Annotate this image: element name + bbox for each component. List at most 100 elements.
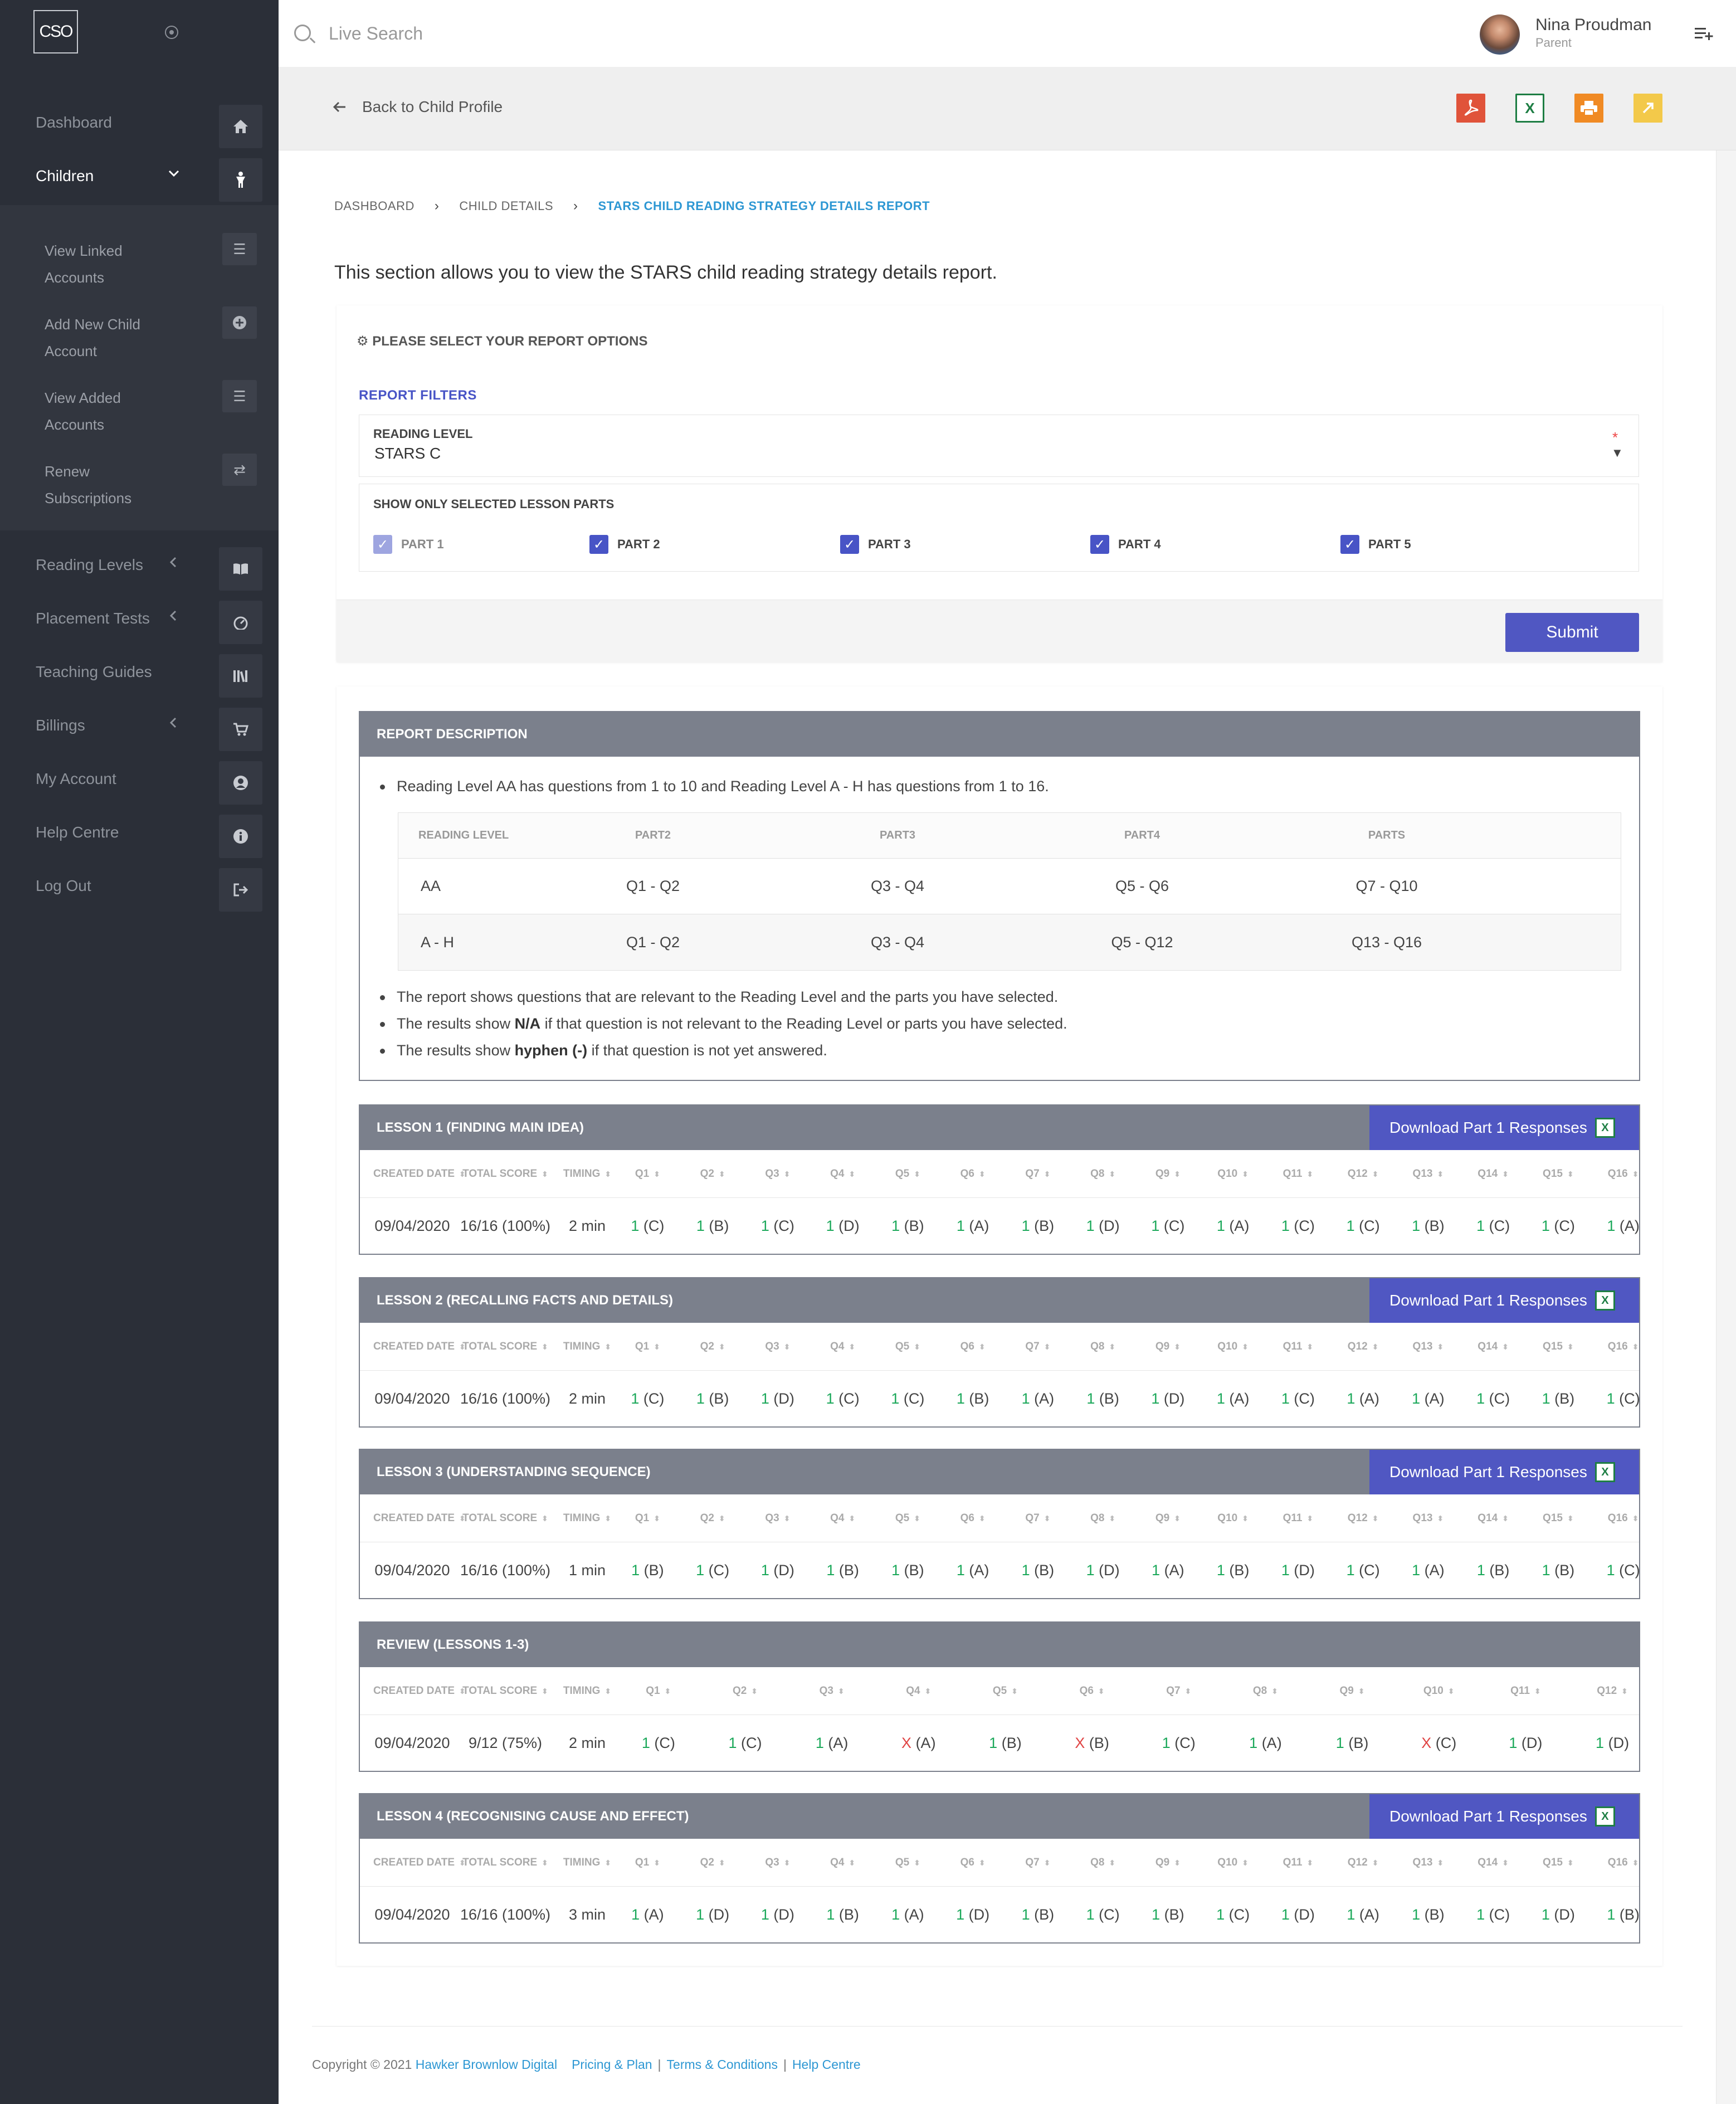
table-header[interactable]: Q6 ⬍ — [940, 1341, 1006, 1353]
table-header[interactable]: TOTAL SCORE ⬍ — [451, 1341, 559, 1353]
table-header[interactable]: Q9 ⬍ — [1135, 1341, 1201, 1353]
table-header[interactable]: Q13 ⬍ — [1396, 1512, 1461, 1525]
download-responses-button[interactable]: Download Part 1 Responses X — [1369, 1794, 1639, 1839]
sidebar-toggle-icon[interactable] — [165, 26, 178, 39]
table-header[interactable]: Q8 ⬍ — [1070, 1168, 1135, 1180]
pdf-icon[interactable] — [1456, 94, 1485, 123]
table-header[interactable]: Q7 ⬍ — [1006, 1857, 1071, 1869]
part-5-checkbox[interactable]: ✓ PART 5 — [1340, 535, 1411, 554]
table-header[interactable]: TIMING ⬍ — [559, 1341, 615, 1353]
table-header[interactable]: CREATED DATE ⬍ — [373, 1168, 466, 1180]
caret-down-icon[interactable]: ▼ — [1611, 446, 1623, 460]
share-icon[interactable] — [1633, 94, 1662, 123]
sidebar-sub-item-view-linked[interactable]: View Linked Accounts ☰ — [0, 230, 279, 303]
table-header[interactable]: Q16 ⬍ — [1591, 1512, 1656, 1525]
table-header[interactable]: Q3 ⬍ — [745, 1857, 811, 1869]
search-icon[interactable] — [294, 25, 311, 41]
table-header[interactable]: Q12 ⬍ — [1330, 1168, 1396, 1180]
print-icon[interactable] — [1574, 94, 1603, 123]
table-header[interactable]: Q11 ⬍ — [1266, 1512, 1331, 1525]
table-header[interactable]: Q12 ⬍ — [1330, 1512, 1396, 1525]
table-header[interactable]: Q1 ⬍ — [615, 1341, 680, 1353]
back-to-profile-link[interactable]: Back to Child Profile — [362, 98, 503, 116]
table-header[interactable]: Q1 ⬍ — [615, 1168, 680, 1180]
sidebar-sub-item-view-added[interactable]: View Added Accounts ☰ — [0, 377, 279, 450]
table-header[interactable]: CREATED DATE ⬍ — [373, 1512, 466, 1525]
table-header[interactable]: Q9 ⬍ — [1135, 1857, 1201, 1869]
avatar[interactable] — [1480, 14, 1520, 55]
playlist-add-icon[interactable] — [1694, 25, 1714, 42]
table-header[interactable]: Q14 ⬍ — [1461, 1341, 1526, 1353]
table-header[interactable]: Q12 ⬍ — [1330, 1341, 1396, 1353]
table-header[interactable]: Q6 ⬍ — [940, 1512, 1006, 1525]
table-header[interactable]: Q15 ⬍ — [1526, 1512, 1591, 1525]
table-header[interactable]: Q9 ⬍ — [1135, 1512, 1201, 1525]
breadcrumb-child-details[interactable]: CHILD DETAILS — [459, 199, 553, 213]
table-header[interactable]: TIMING ⬍ — [559, 1168, 615, 1180]
table-header[interactable]: CREATED DATE ⬍ — [373, 1685, 466, 1697]
table-header[interactable]: TIMING ⬍ — [559, 1857, 615, 1869]
table-header[interactable]: Q8 ⬍ — [1222, 1685, 1309, 1697]
table-header[interactable]: Q15 ⬍ — [1526, 1341, 1591, 1353]
table-header[interactable]: TIMING ⬍ — [559, 1512, 615, 1525]
table-header[interactable]: Q14 ⬍ — [1461, 1857, 1526, 1869]
table-header[interactable]: Q8 ⬍ — [1070, 1512, 1135, 1525]
footer-company-link[interactable]: Hawker Brownlow Digital — [416, 2057, 557, 2072]
table-header[interactable]: CREATED DATE ⬍ — [373, 1341, 466, 1353]
table-header[interactable]: Q15 ⬍ — [1526, 1857, 1591, 1869]
table-header[interactable]: Q5 ⬍ — [875, 1512, 940, 1525]
submit-button[interactable]: Submit — [1505, 613, 1639, 652]
scrollbar[interactable] — [1716, 150, 1736, 2104]
table-header[interactable]: Q4 ⬍ — [810, 1857, 875, 1869]
table-header[interactable]: Q13 ⬍ — [1396, 1857, 1461, 1869]
table-header[interactable]: Q14 ⬍ — [1461, 1512, 1526, 1525]
breadcrumb-dashboard[interactable]: DASHBOARD — [334, 199, 415, 213]
table-header[interactable]: Q9 ⬍ — [1135, 1168, 1201, 1180]
table-header[interactable]: Q16 ⬍ — [1591, 1168, 1656, 1180]
reading-level-select[interactable] — [359, 415, 1639, 477]
table-header[interactable]: Q1 ⬍ — [615, 1512, 680, 1525]
table-header[interactable]: Q10 ⬍ — [1201, 1341, 1266, 1353]
table-header[interactable]: Q7 ⬍ — [1006, 1341, 1071, 1353]
table-header[interactable]: Q8 ⬍ — [1070, 1857, 1135, 1869]
sidebar-item-children[interactable]: Children — [0, 149, 279, 203]
table-header[interactable]: Q14 ⬍ — [1461, 1168, 1526, 1180]
table-header[interactable]: Q4 ⬍ — [810, 1341, 875, 1353]
sidebar-item-my-account[interactable]: My Account — [0, 752, 279, 806]
table-header[interactable]: Q4 ⬍ — [810, 1512, 875, 1525]
part-2-checkbox[interactable]: ✓ PART 2 — [589, 535, 660, 554]
table-header[interactable]: Q2 ⬍ — [702, 1685, 789, 1697]
search-input[interactable] — [329, 21, 719, 46]
table-header[interactable]: Q2 ⬍ — [680, 1168, 745, 1180]
table-header[interactable]: Q6 ⬍ — [1049, 1685, 1135, 1697]
table-header[interactable]: Q5 ⬍ — [875, 1857, 940, 1869]
table-header[interactable]: Q2 ⬍ — [680, 1341, 745, 1353]
sidebar-item-log-out[interactable]: Log Out — [0, 859, 279, 913]
footer-pricing-link[interactable]: Pricing & Plan — [572, 2057, 652, 2072]
part-1-checkbox[interactable]: ✓ PART 1 — [373, 535, 444, 554]
table-header[interactable]: Q11 ⬍ — [1266, 1341, 1331, 1353]
download-responses-button[interactable]: Download Part 1 Responses X — [1369, 1105, 1639, 1150]
table-header[interactable]: Q5 ⬍ — [962, 1685, 1049, 1697]
sidebar-sub-item-renew[interactable]: Renew Subscriptions ⇄ — [0, 450, 279, 524]
table-header[interactable]: Q16 ⬍ — [1591, 1341, 1656, 1353]
table-header[interactable]: Q7 ⬍ — [1006, 1512, 1071, 1525]
footer-terms-link[interactable]: Terms & Conditions — [667, 2057, 778, 2072]
table-header[interactable]: Q11 ⬍ — [1483, 1685, 1569, 1697]
table-header[interactable]: Q1 ⬍ — [615, 1857, 680, 1869]
table-header[interactable]: Q10 ⬍ — [1201, 1168, 1266, 1180]
table-header[interactable]: Q12 ⬍ — [1569, 1685, 1656, 1697]
table-header[interactable]: Q12 ⬍ — [1330, 1857, 1396, 1869]
sidebar-item-placement-tests[interactable]: Placement Tests — [0, 592, 279, 645]
table-header[interactable]: Q11 ⬍ — [1266, 1168, 1331, 1180]
table-header[interactable]: Q2 ⬍ — [680, 1857, 745, 1869]
table-header[interactable]: Q3 ⬍ — [745, 1168, 811, 1180]
sidebar-item-teaching-guides[interactable]: Teaching Guides — [0, 645, 279, 699]
footer-help-link[interactable]: Help Centre — [792, 2057, 861, 2072]
table-header[interactable]: Q9 ⬍ — [1309, 1685, 1396, 1697]
table-header[interactable]: Q2 ⬍ — [680, 1512, 745, 1525]
table-header[interactable]: Q6 ⬍ — [940, 1857, 1006, 1869]
table-header[interactable]: Q8 ⬍ — [1070, 1341, 1135, 1353]
user-name[interactable]: Nina Proudman — [1535, 16, 1651, 35]
download-responses-button[interactable]: Download Part 1 Responses X — [1369, 1278, 1639, 1323]
